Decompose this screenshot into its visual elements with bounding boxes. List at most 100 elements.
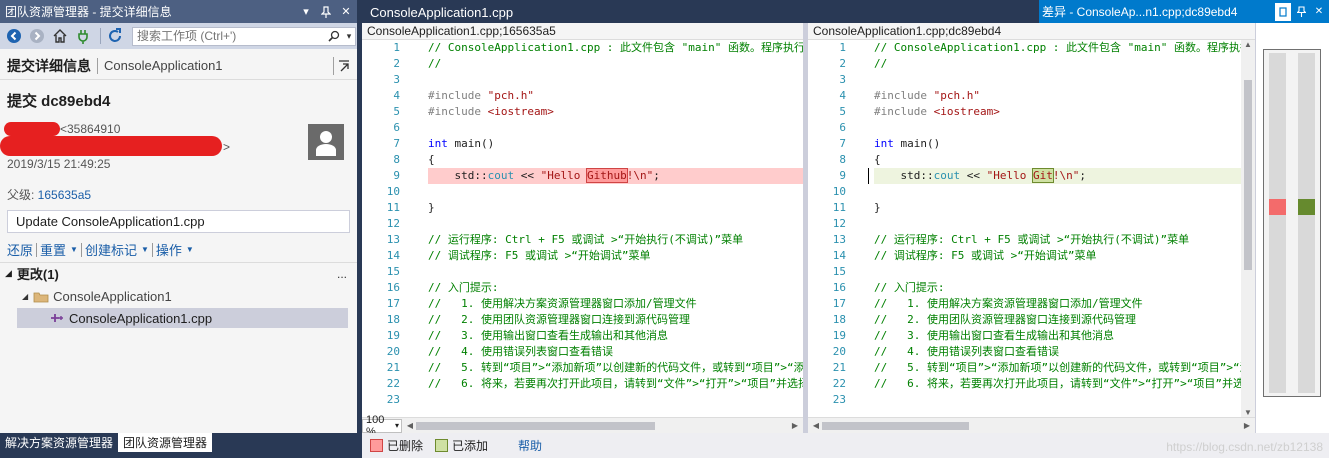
code-line[interactable]: 3: [362, 72, 803, 88]
code-line[interactable]: 8{: [362, 152, 803, 168]
diff-overview-margin[interactable]: [1255, 23, 1329, 433]
code-line[interactable]: 3: [808, 72, 1255, 88]
refresh-icon[interactable]: [105, 26, 125, 46]
code-line[interactable]: 14 // 调试程序: F5 或调试 >“开始调试”菜单: [362, 248, 803, 264]
scroll-right-icon[interactable]: ▶: [1241, 421, 1253, 430]
scroll-right-icon[interactable]: ▶: [789, 421, 801, 430]
scroll-down-icon[interactable]: ▼: [1241, 408, 1255, 417]
overview-added-marker[interactable]: [1298, 199, 1315, 215]
code-line[interactable]: 2 //: [808, 56, 1255, 72]
window-position-dropdown-icon[interactable]: ▾: [297, 3, 315, 21]
code-line[interactable]: 5 #include <iostream>: [808, 104, 1255, 120]
repository-name[interactable]: ConsoleApplication1: [104, 58, 333, 73]
code-line[interactable]: 15: [808, 264, 1255, 280]
code-line[interactable]: 18 // 2. 使用团队资源管理器窗口连接到源代码管理: [362, 312, 803, 328]
scroll-up-icon[interactable]: ▲: [1241, 40, 1255, 49]
diff-pane-right[interactable]: ConsoleApplication1.cpp;dc89ebd4 1 // Con…: [808, 23, 1255, 433]
code-line[interactable]: 12: [362, 216, 803, 232]
code-line[interactable]: 23: [808, 392, 1255, 408]
help-link[interactable]: 帮助: [518, 437, 542, 454]
reset-dropdown-icon[interactable]: ▼: [70, 245, 78, 254]
create-tag-dropdown-icon[interactable]: ▼: [141, 245, 149, 254]
reset-link[interactable]: 重置 ▼: [40, 240, 78, 259]
code-line[interactable]: 22 // 6. 将来，若要再次打开此项目，请转到“文件”>“打开”>“项目”并选…: [362, 376, 803, 392]
code-line[interactable]: 16 // 入门提示:: [808, 280, 1255, 296]
code-line[interactable]: 19 // 3. 使用输出窗口查看生成输出和其他消息: [362, 328, 803, 344]
code-line[interactable]: 18 // 2. 使用团队资源管理器窗口连接到源代码管理: [808, 312, 1255, 328]
code-line[interactable]: 2 //: [362, 56, 803, 72]
revert-link[interactable]: 还原: [7, 240, 33, 259]
zoom-dropdown-icon[interactable]: ▾: [395, 421, 399, 430]
more-options-button[interactable]: ...: [337, 267, 357, 281]
search-icon[interactable]: [325, 30, 343, 42]
code-line[interactable]: 22 // 6. 将来，若要再次打开此项目，请转到“文件”>“打开”>“项目”并选…: [808, 376, 1255, 392]
tab-diff[interactable]: 差异 - ConsoleAp...n1.cpp;dc89ebd4 ✕: [1039, 0, 1329, 23]
tree-folder-item[interactable]: ◢ ConsoleApplication1: [22, 289, 172, 304]
scroll-left-icon[interactable]: ◀: [404, 421, 416, 430]
overview-deleted-marker[interactable]: [1269, 199, 1286, 215]
diff-pane-left[interactable]: ConsoleApplication1.cpp;165635a5 1 // Con…: [362, 23, 803, 433]
close-icon[interactable]: ✕: [337, 3, 355, 21]
code-line[interactable]: 11}: [362, 200, 803, 216]
code-line[interactable]: 19 // 3. 使用输出窗口查看生成输出和其他消息: [808, 328, 1255, 344]
left-horizontal-scrollbar[interactable]: ◀ ▶: [402, 418, 803, 434]
code-line[interactable]: 4 #include "pch.h": [808, 88, 1255, 104]
connect-icon[interactable]: [73, 26, 93, 46]
tab-solution-explorer[interactable]: 解决方案资源管理器: [0, 433, 118, 452]
vertical-scroll-thumb[interactable]: [1244, 80, 1252, 270]
keep-tab-open-icon[interactable]: [1275, 2, 1291, 21]
code-line[interactable]: 9 std::cout << "Hello Github!\n";: [362, 168, 803, 184]
right-vertical-scrollbar[interactable]: ▲ ▼: [1241, 40, 1255, 417]
code-line[interactable]: 17 // 1. 使用解决方案资源管理器窗口添加/管理文件: [808, 296, 1255, 312]
code-line[interactable]: 4 #include "pch.h": [362, 88, 803, 104]
collapse-triangle-icon[interactable]: ◢: [5, 268, 12, 279]
code-line[interactable]: 7 int main(): [808, 136, 1255, 152]
pin-tab-icon[interactable]: [1293, 3, 1309, 21]
back-icon[interactable]: [4, 26, 24, 46]
code-line[interactable]: 23: [362, 392, 803, 408]
code-line[interactable]: 6: [362, 120, 803, 136]
right-horizontal-scrollbar[interactable]: ◀ ▶: [808, 418, 1255, 434]
code-line[interactable]: 7 int main(): [362, 136, 803, 152]
tree-file-item[interactable]: ConsoleApplication1.cpp: [17, 308, 348, 328]
scroll-track[interactable]: [416, 421, 789, 430]
forward-icon[interactable]: [27, 26, 47, 46]
actions-link[interactable]: 操作 ▼: [156, 240, 194, 259]
code-line[interactable]: 16 // 入门提示:: [362, 280, 803, 296]
code-line[interactable]: 13 // 运行程序: Ctrl + F5 或调试 >“开始执行(不调试)”菜单: [362, 232, 803, 248]
code-line[interactable]: 20 // 4. 使用错误列表窗口查看错误: [362, 344, 803, 360]
code-line[interactable]: 13 // 运行程序: Ctrl + F5 或调试 >“开始执行(不调试)”菜单: [808, 232, 1255, 248]
popout-icon[interactable]: [333, 56, 351, 75]
code-line[interactable]: 11}: [808, 200, 1255, 216]
expand-triangle-icon[interactable]: ◢: [22, 292, 28, 301]
search-options-dropdown-icon[interactable]: ▾: [343, 31, 355, 42]
code-line[interactable]: 17 // 1. 使用解决方案资源管理器窗口添加/管理文件: [362, 296, 803, 312]
code-line[interactable]: 10: [362, 184, 803, 200]
code-line[interactable]: 5 #include <iostream>: [362, 104, 803, 120]
code-line[interactable]: 1 // ConsoleApplication1.cpp : 此文件包含 "mai…: [362, 40, 803, 56]
code-line[interactable]: 9 std::cout << "Hello Git!\n";: [808, 168, 1255, 184]
home-icon[interactable]: [50, 26, 70, 46]
right-code-lines[interactable]: 1 // ConsoleApplication1.cpp : 此文件包含 "mai…: [808, 40, 1255, 408]
code-line[interactable]: 1 // ConsoleApplication1.cpp : 此文件包含 "mai…: [808, 40, 1255, 56]
zoom-select[interactable]: 100 % ▾: [362, 414, 402, 433]
code-line[interactable]: 6: [808, 120, 1255, 136]
code-line[interactable]: 8{: [808, 152, 1255, 168]
tab-source-file[interactable]: ConsoleApplication1.cpp: [362, 1, 521, 23]
actions-dropdown-icon[interactable]: ▼: [186, 245, 194, 254]
code-line[interactable]: 21 // 5. 转到“项目”>“添加新项”以创建新的代码文件，或转到“项目”>“…: [362, 360, 803, 376]
tab-team-explorer[interactable]: 团队资源管理器: [118, 433, 213, 452]
changes-section-header[interactable]: ◢ 更改(1) ...: [0, 262, 357, 284]
parent-commit-link[interactable]: 165635a5: [38, 188, 91, 202]
close-tab-icon[interactable]: ✕: [1311, 3, 1327, 21]
code-line[interactable]: 21 // 5. 转到“项目”>“添加新项”以创建新的代码文件，或转到“项目”>“…: [808, 360, 1255, 376]
scroll-track[interactable]: [822, 421, 1241, 430]
code-line[interactable]: 15: [362, 264, 803, 280]
pin-icon[interactable]: [317, 3, 335, 21]
scroll-thumb[interactable]: [416, 421, 655, 430]
search-work-items-input[interactable]: [133, 27, 325, 45]
code-line[interactable]: 10: [808, 184, 1255, 200]
scroll-thumb[interactable]: [822, 421, 969, 430]
create-tag-link[interactable]: 创建标记 ▼: [85, 240, 149, 259]
scroll-left-icon[interactable]: ◀: [810, 421, 822, 430]
